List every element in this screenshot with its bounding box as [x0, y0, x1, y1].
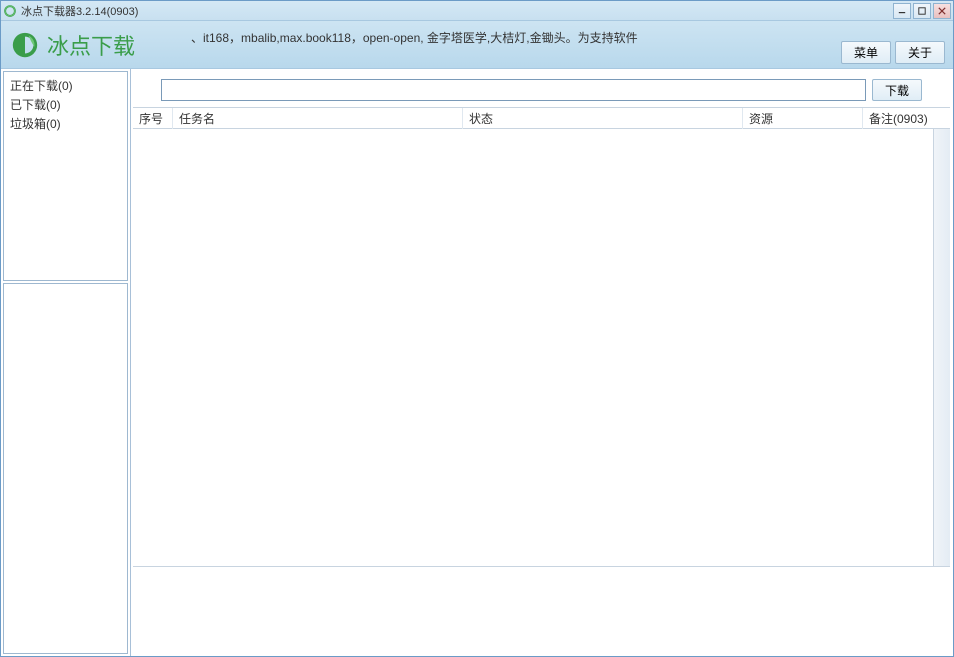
app-icon: [3, 4, 17, 18]
task-table: 序号 任务名 状态 资源 备注(0903): [133, 107, 950, 567]
close-button[interactable]: [933, 3, 951, 19]
window-title: 冰点下载器3.2.14(0903): [21, 3, 893, 19]
ticker-text: 、it168，mbalib,max.book118，open-open, 金字塔…: [191, 29, 638, 46]
table-body: [133, 129, 950, 567]
column-header-status[interactable]: 状态: [463, 108, 743, 129]
maximize-button[interactable]: [913, 3, 931, 19]
sidebar-lower-panel: [3, 283, 128, 654]
sidebar-item-downloading[interactable]: 正在下载(0): [10, 76, 121, 95]
logo-section: 冰点下载: [9, 29, 135, 61]
logo-icon: [9, 29, 41, 61]
download-button[interactable]: 下载: [872, 79, 922, 101]
about-button[interactable]: 关于: [895, 41, 945, 64]
header-bar: 冰点下载 、it168，mbalib,max.book118，open-open…: [1, 21, 953, 69]
sidebar: 正在下载(0) 已下载(0) 垃圾箱(0): [1, 69, 131, 656]
window-controls: [893, 3, 951, 19]
table-header: 序号 任务名 状态 资源 备注(0903): [133, 107, 950, 129]
sidebar-category-panel: 正在下载(0) 已下载(0) 垃圾箱(0): [3, 71, 128, 281]
url-input[interactable]: [161, 79, 866, 101]
content-area: 正在下载(0) 已下载(0) 垃圾箱(0) 下载 序号 任务名 状态 资源 备注…: [1, 69, 953, 656]
column-header-number[interactable]: 序号: [133, 108, 173, 129]
header-buttons: 菜单 关于: [841, 41, 945, 64]
column-header-resource[interactable]: 资源: [743, 108, 863, 129]
column-header-remark[interactable]: 备注(0903): [863, 108, 950, 129]
sidebar-item-trash[interactable]: 垃圾箱(0): [10, 114, 121, 133]
url-bar: 下载: [133, 75, 950, 107]
main-panel: 下载 序号 任务名 状态 资源 备注(0903): [131, 69, 953, 656]
column-header-taskname[interactable]: 任务名: [173, 108, 463, 129]
titlebar: 冰点下载器3.2.14(0903): [1, 1, 953, 21]
app-name: 冰点下载: [47, 29, 135, 61]
menu-button[interactable]: 菜单: [841, 41, 891, 64]
sidebar-item-downloaded[interactable]: 已下载(0): [10, 95, 121, 114]
minimize-button[interactable]: [893, 3, 911, 19]
